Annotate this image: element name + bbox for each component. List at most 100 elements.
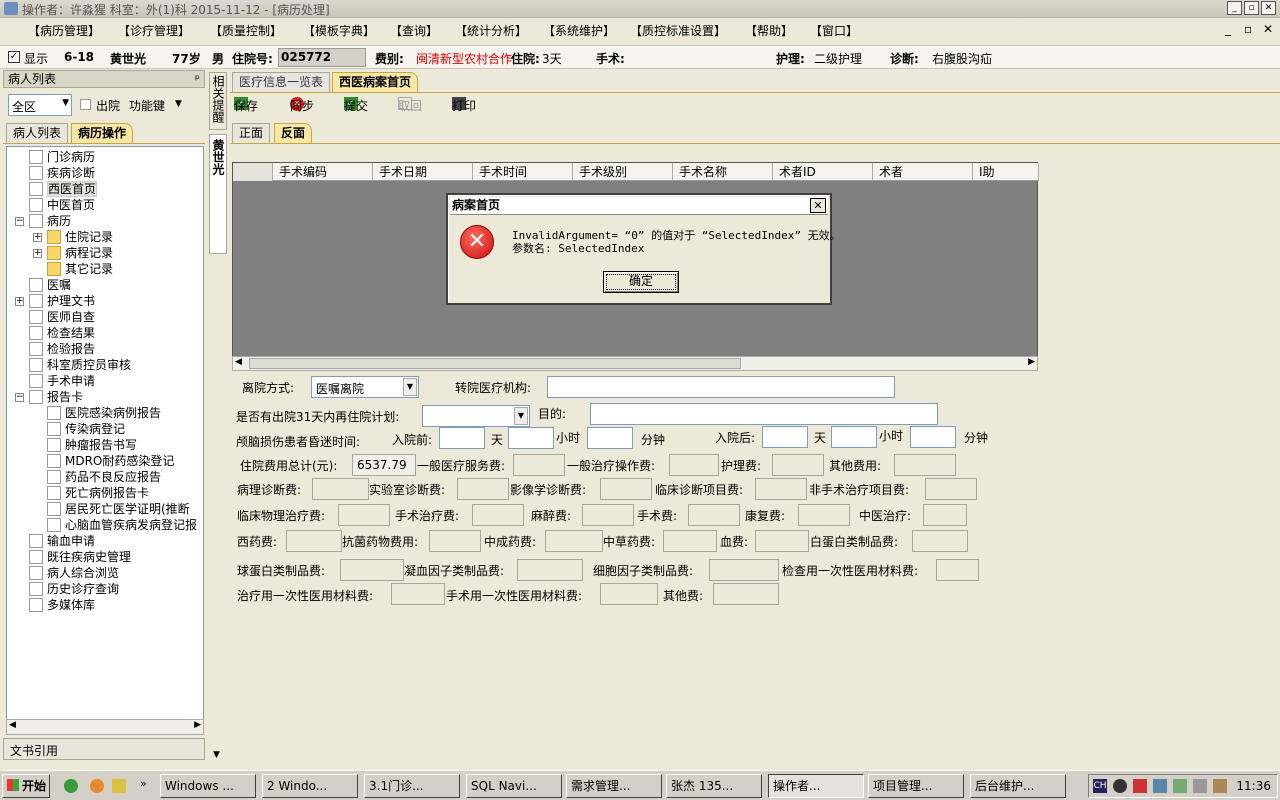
function-keys-button[interactable]: 功能键 [129,97,165,114]
scroll-right-icon[interactable]: ▶ [194,720,201,730]
menu-help[interactable]: 【帮助】 [745,22,793,39]
taskbar-item-3[interactable]: 3.1门诊... [364,774,460,798]
before-minutes-input[interactable] [587,427,633,449]
albumin-field[interactable] [912,530,968,552]
discharge-select[interactable]: 医嘱离院 ▼ [311,376,419,398]
tree-item[interactable]: 护理文书 [29,293,95,309]
imaging-field[interactable] [600,478,652,500]
nonsurgical-field[interactable] [925,478,977,500]
tab-patient-list[interactable]: 病人列表 [6,123,69,143]
dialog-close-button[interactable]: ✕ [810,198,826,213]
quicklaunch-app-icon[interactable] [112,779,126,793]
surgical-treat-field[interactable] [472,504,524,526]
tree-item[interactable]: 心脑血管疾病发病登记报 [47,517,197,533]
menu-quality-control[interactable]: 【质量控制】 [210,22,282,39]
minimize-button[interactable]: _ [1227,1,1242,15]
tree-item[interactable]: 药品不良反应报告 [47,469,161,485]
tree-item[interactable]: 西医首页 [29,181,98,197]
tree-item[interactable]: 报告卡 [29,389,83,405]
rehab-field[interactable] [798,504,850,526]
close-button[interactable]: ✕ [1261,1,1276,15]
show-checkbox[interactable]: ✓ [8,51,20,63]
tree-item[interactable]: 科室质控员审核 [29,357,131,373]
transfer-institution-input[interactable] [547,376,895,398]
taskbar-item-9[interactable]: 后台维护... [970,774,1066,798]
treat-material-field[interactable] [391,583,445,605]
scroll-left-icon[interactable]: ◀ [9,720,16,730]
ok-button[interactable]: 确定 [603,271,679,293]
tray-app-icon[interactable] [1173,779,1187,793]
scroll-right-icon[interactable]: ▶ [1028,357,1035,367]
tree-item[interactable]: 医嘱 [29,277,71,293]
menu-system-maintenance[interactable]: 【系统维护】 [543,22,615,39]
mdi-restore-icon[interactable]: ▫ [1244,22,1252,36]
pathology-field[interactable] [312,478,369,500]
taskbar-item-2[interactable]: 2 Windo... [262,774,358,798]
patent-drug-field[interactable] [545,530,603,552]
col-surgery-code[interactable]: 手术编码 [273,163,373,181]
tree-item[interactable]: 病人综合浏览 [29,565,119,581]
col-surgery-date[interactable]: 手术日期 [373,163,473,181]
menu-diagnosis-management[interactable]: 【诊疗管理】 [118,22,190,39]
taskbar-item-6[interactable]: 张杰 135... [666,774,762,798]
tree-item[interactable]: 中医首页 [29,197,95,213]
function-keys-arrow-icon[interactable]: ▼ [175,99,182,109]
surgery-fee-field[interactable] [688,504,740,526]
menu-statistics[interactable]: 【统计分析】 [455,22,527,39]
side-scroll-down-icon[interactable]: ▼ [213,750,220,760]
tree-item[interactable]: 检验报告 [29,341,95,357]
menu-query[interactable]: 【查询】 [390,22,438,39]
before-hours-input[interactable] [508,427,554,449]
tab-western-medical-record[interactable]: 西医病案首页 [332,72,419,92]
taskbar-item-1[interactable]: Windows ... [160,774,256,798]
coag-field[interactable] [517,559,583,581]
menu-record-management[interactable]: 【病历管理】 [28,22,100,39]
globulin-field[interactable] [340,559,404,581]
tree-expander-icon[interactable]: + [33,233,42,242]
tab-back-page[interactable]: 反面 [274,123,313,143]
tab-front-page[interactable]: 正面 [232,123,271,143]
tree-item[interactable]: 多媒体库 [29,597,95,613]
lab-field[interactable] [457,478,509,500]
tab-related-reminders[interactable]: 相关提醒 [209,72,227,130]
tree-item[interactable]: 疾病诊断 [29,165,95,181]
nursing-fee-field[interactable] [772,454,824,476]
readmit-select[interactable]: ▼ [422,405,530,427]
after-minutes-input[interactable] [910,426,956,448]
tree-item[interactable]: 医师自查 [29,309,95,325]
mdi-close-icon[interactable]: ✕ [1263,22,1273,36]
doc-reference-panel[interactable]: 文书引用 [3,738,205,760]
qq-icon[interactable] [1113,779,1127,793]
western-drug-field[interactable] [286,530,342,552]
col-assistant-1[interactable]: I助 [973,163,1039,181]
general-service-field[interactable] [513,454,565,476]
surgery-material-field[interactable] [600,583,658,605]
tree-item[interactable]: 医院感染病例报告 [47,405,161,421]
tray-misc-icon[interactable] [1213,779,1227,793]
tree-expander-icon[interactable]: − [15,393,24,402]
restore-button[interactable]: ▫ [1244,1,1259,15]
blood-field[interactable] [755,530,809,552]
start-button[interactable]: 开始 [2,774,50,798]
exam-material-field[interactable] [936,559,979,581]
menu-template-dictionary[interactable]: 【模板字典】 [303,22,375,39]
col-surgery-name[interactable]: 手术名称 [673,163,773,181]
total-cost-field[interactable]: 6537.79 [352,454,416,476]
scroll-left-icon[interactable]: ◀ [235,357,242,367]
tree-item[interactable]: 死亡病例报告卡 [47,485,149,501]
col-surgeon-id[interactable]: 术者ID [773,163,873,181]
discharged-checkbox[interactable] [80,99,91,110]
tree-item[interactable]: 肿瘤报告书写 [47,437,137,453]
tree-item[interactable]: 输血申请 [29,533,95,549]
after-days-input[interactable] [762,426,808,448]
tree-item[interactable]: 其它记录 [47,261,113,277]
scroll-thumb[interactable] [249,358,741,369]
before-days-input[interactable] [439,427,485,449]
herbal-field[interactable] [663,530,717,552]
col-surgeon[interactable]: 术者 [873,163,973,181]
cytokine-field[interactable] [709,559,779,581]
clinical-diag-field[interactable] [755,478,807,500]
ime-icon[interactable]: CH [1093,779,1107,793]
tab-patient-name[interactable]: 黄世光 [209,134,227,254]
antibiotic-field[interactable] [429,530,481,552]
